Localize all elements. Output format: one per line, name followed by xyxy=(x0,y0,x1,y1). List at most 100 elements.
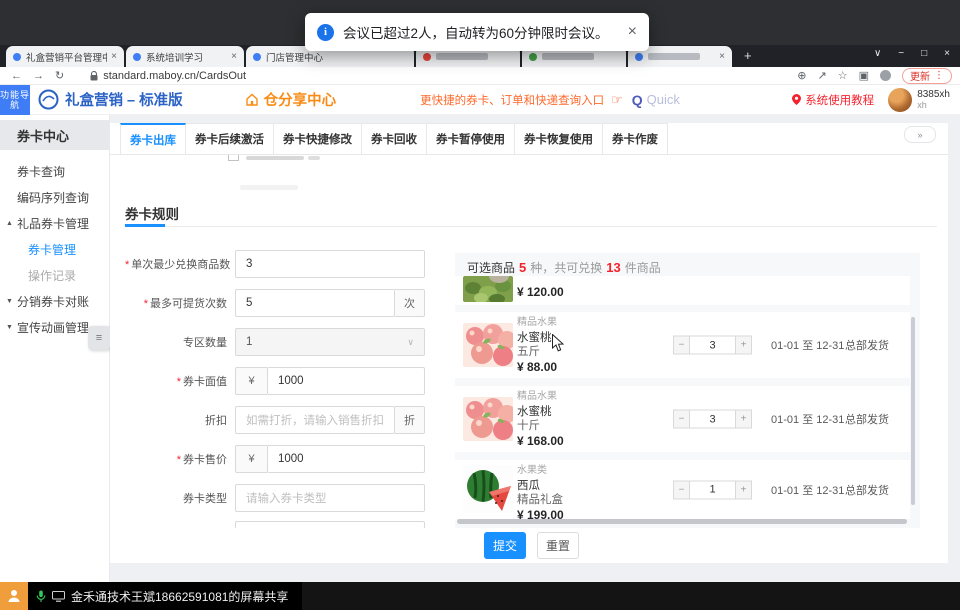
menu-dots-icon[interactable]: ⋮ xyxy=(934,70,944,81)
window-dropdown-icon[interactable]: ∨ xyxy=(874,48,881,59)
reload-icon[interactable]: ↻ xyxy=(55,69,64,82)
field-input[interactable]: 5 xyxy=(235,289,395,317)
product-row[interactable]: 水果类 西瓜 精品礼盒 ¥ 199.00 − 1 + 01-01 至 12-31… xyxy=(455,460,910,519)
vertical-scrollbar[interactable] xyxy=(911,317,915,505)
back-icon[interactable]: ← xyxy=(11,70,22,82)
sidebar-item[interactable]: ▲ 礼品券卡管理 xyxy=(0,210,109,236)
qty-minus-button[interactable]: − xyxy=(673,336,690,355)
main-tab[interactable]: 券卡后续激活 xyxy=(186,123,274,154)
window-minimize-icon[interactable]: − xyxy=(898,48,904,59)
tab-close-icon[interactable]: × xyxy=(715,51,725,62)
qty-minus-button[interactable]: − xyxy=(673,480,690,499)
field-input[interactable]: 如需打折，请输入销售折扣 xyxy=(235,406,395,434)
quick-search-icon[interactable]: Q xyxy=(632,92,643,108)
section-divider xyxy=(125,226,937,227)
product-info: 精品水果 水蜜桃 十斤 ¥ 168.00 xyxy=(517,391,564,449)
tutorial-link[interactable]: 系统使用教程 xyxy=(792,92,874,108)
qty-minus-button[interactable]: − xyxy=(673,410,690,429)
main-tab[interactable]: 券卡出库 xyxy=(120,123,186,154)
field-input[interactable]: 1000 xyxy=(267,445,425,473)
browser-tab[interactable]: 礼盒营销平台管理中心 × xyxy=(6,46,124,67)
field-input[interactable]: 请输入券卡类型 xyxy=(235,484,425,512)
qty-plus-button[interactable]: + xyxy=(735,480,752,499)
qty-value[interactable]: 3 xyxy=(690,410,735,429)
browser-profile-icon[interactable] xyxy=(880,70,891,81)
window-maximize-icon[interactable]: □ xyxy=(921,48,927,59)
address-bar-actions: ⊕ ↗ ☆ ▣ 更新 ⋮ xyxy=(797,68,952,84)
qty-value[interactable]: 1 xyxy=(690,480,735,499)
sidebar-collapse-handle[interactable]: ≡ xyxy=(88,326,110,350)
toast-close-icon[interactable]: × xyxy=(628,23,637,41)
card-rules-form: *单次最少兑换商品数 3 *最多可提货次数 5 次 专区数量 1 ∨ xyxy=(125,250,425,523)
product-price: ¥ 168.00 xyxy=(517,434,564,449)
field-input[interactable]: 3 xyxy=(235,250,425,278)
main-tab-label: 券卡出库 xyxy=(130,132,176,148)
screen-share-banner: 金禾通技术王斌18662591081的屏幕共享 xyxy=(28,582,302,610)
product-date-range: 01-01 至 12-31 xyxy=(771,482,844,498)
app-logo-icon xyxy=(38,89,59,110)
user-avatar[interactable] xyxy=(888,88,912,112)
main-tab[interactable]: 券卡恢复使用 xyxy=(515,123,603,154)
qty-plus-button[interactable]: + xyxy=(735,410,752,429)
bookmark-star-icon[interactable]: ☆ xyxy=(838,69,848,82)
reset-button[interactable]: 重置 xyxy=(537,532,579,559)
side-panel-icon[interactable]: ▣ xyxy=(859,69,869,82)
product-row[interactable]: 精品水果 水蜜桃 十斤 ¥ 168.00 − 3 + 01-01 至 12-31… xyxy=(455,386,910,452)
product-panel: 可选商品 5 种，共可兑换 13 件商品 ¥ 120.00 xyxy=(455,253,920,528)
field-label: 专区数量 xyxy=(183,337,227,349)
sidebar-item[interactable]: ▼ 分销券卡对账 xyxy=(0,288,109,314)
new-tab-button[interactable]: + xyxy=(744,48,752,63)
product-row[interactable]: 精品水果 水蜜桃 五斤 ¥ 88.00 − 3 + 01-01 至 12-31 … xyxy=(455,312,910,378)
input-suffix: 次 xyxy=(395,289,425,317)
sidebar-item[interactable]: 券卡查询 xyxy=(0,158,109,184)
main-tab[interactable]: 券卡回收 xyxy=(362,123,427,154)
tab-close-icon[interactable]: × xyxy=(227,51,237,62)
form-row: 券卡类型 请输入券卡类型 xyxy=(125,484,425,512)
promo-text: 更快捷的券卡、订单和快递查询入口 xyxy=(420,92,604,108)
quick-search-label[interactable]: Quick xyxy=(647,92,680,107)
field-input[interactable]: 1 ∨ xyxy=(235,328,425,356)
product-info: ¥ 120.00 xyxy=(517,284,564,300)
main-tab[interactable]: 券卡快捷修改 xyxy=(274,123,362,154)
window-close-icon[interactable]: × xyxy=(944,48,950,59)
sidebar-item[interactable]: 操作记录 xyxy=(0,262,109,288)
forward-icon[interactable]: → xyxy=(33,70,44,82)
browser-update-button[interactable]: 更新 ⋮ xyxy=(902,68,952,84)
tab-title xyxy=(436,53,488,60)
header-text: 种，共可兑换 xyxy=(530,259,602,276)
submit-button[interactable]: 提交 xyxy=(484,532,526,559)
meeting-app-icon[interactable] xyxy=(0,582,28,610)
main-tab-label: 券卡作废 xyxy=(612,131,658,147)
url-text[interactable]: standard.maboy.cn/CardsOut xyxy=(103,70,246,82)
sidebar-item[interactable]: 编码序列查询 xyxy=(0,184,109,210)
qty-value[interactable]: 3 xyxy=(690,336,735,355)
tab-close-icon[interactable]: × xyxy=(107,51,117,62)
qty-plus-button[interactable]: + xyxy=(735,336,752,355)
sidebar-item[interactable]: 券卡管理 xyxy=(0,236,109,262)
expand-arrow-icon: ▼ xyxy=(6,298,13,305)
horizontal-scrollbar[interactable] xyxy=(457,519,907,524)
field-input[interactable]: 1000 xyxy=(267,367,425,395)
required-mark: * xyxy=(125,259,129,271)
field-value: 3 xyxy=(246,258,252,270)
share-icon[interactable]: ↗ xyxy=(818,69,827,82)
panel-collapse-button[interactable]: » xyxy=(904,126,936,143)
product-row[interactable]: ¥ 120.00 xyxy=(455,276,910,305)
product-category: 精品水果 xyxy=(517,317,557,330)
form-row: 折扣 如需打折，请输入销售折扣 折 xyxy=(125,406,425,434)
sidebar-menu: 券卡查询 编码序列查询 ▲ 礼品券卡管理 券卡管理 操作记录 ▼ 分销券卡对账 … xyxy=(0,158,109,340)
browser-tab[interactable]: 系统培训学习 × xyxy=(126,46,244,67)
field-label: 折扣 xyxy=(205,415,227,427)
greens-photo xyxy=(463,276,513,302)
zoom-icon[interactable]: ⊕ xyxy=(797,69,806,82)
url-box[interactable]: standard.maboy.cn/CardsOut xyxy=(90,70,246,82)
main-tab[interactable]: 券卡作废 xyxy=(603,123,668,154)
share-center-link[interactable]: 仓分享中心 xyxy=(245,89,337,110)
header-text: 件商品 xyxy=(625,259,661,276)
tab-favicon-icon xyxy=(635,53,643,61)
field-control: ¥ 1000 xyxy=(235,445,425,473)
function-nav-button[interactable]: 功能导航 xyxy=(0,85,30,115)
location-pin-icon xyxy=(792,94,801,105)
main-tab[interactable]: 券卡暂停使用 xyxy=(427,123,515,154)
card-content: 券卡规则 *单次最少兑换商品数 3 *最多可提货次数 5 次 专区数量 xyxy=(110,155,948,528)
